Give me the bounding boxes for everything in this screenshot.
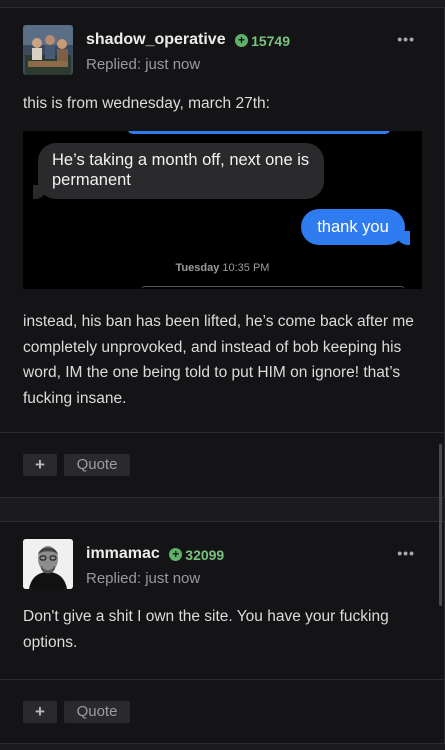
- cropped-bubble: [127, 131, 391, 134]
- post-body: Don't give a shit I own the site. You ha…: [23, 608, 389, 651]
- post-body: instead, his ban has been lifted, he’s c…: [23, 313, 414, 407]
- avatar[interactable]: [23, 25, 73, 75]
- avatar[interactable]: [23, 539, 73, 589]
- received-message-bubble: He’s taking a month off, next one is per…: [33, 143, 324, 199]
- plus-button[interactable]: +: [23, 701, 57, 723]
- username[interactable]: shadow_operative + 15749: [86, 31, 290, 49]
- post-shadow-operative: shadow_operative + 15749 Replied: just n…: [0, 7, 445, 498]
- reply-status: Replied: just now: [86, 570, 201, 587]
- quote-button[interactable]: Quote: [64, 454, 130, 476]
- post-intro: this is from wednesday, march 27th:: [23, 95, 270, 112]
- cropped-input-edge: [141, 286, 405, 289]
- post-footer: + Quote: [0, 679, 445, 744]
- post-header: shadow_operative + 15749 Replied: just n…: [23, 25, 423, 77]
- post-header: immamac + 32099 Replied: just now •••: [23, 539, 423, 591]
- avatar-image: [23, 25, 73, 75]
- timestamp-time: 10:35 PM: [222, 262, 270, 274]
- sent-message-bubble: thank you: [301, 209, 410, 245]
- embedded-message-screenshot: He’s taking a month off, next one is per…: [23, 131, 422, 289]
- username-text[interactable]: shadow_operative: [86, 31, 226, 48]
- plus-circle-icon: +: [235, 34, 249, 47]
- plus-button[interactable]: +: [23, 454, 57, 476]
- post-immamac: immamac + 32099 Replied: just now ••• Do…: [0, 521, 445, 744]
- reputation-badge: + 32099: [169, 547, 224, 563]
- quote-button[interactable]: Quote: [64, 701, 130, 723]
- username[interactable]: immamac + 32099: [86, 545, 224, 563]
- timestamp-day: Tuesday: [175, 262, 220, 274]
- ellipsis-icon[interactable]: •••: [397, 545, 415, 561]
- plus-circle-icon: +: [169, 548, 183, 561]
- reputation-count: 32099: [185, 546, 225, 563]
- ellipsis-icon[interactable]: •••: [397, 31, 415, 47]
- username-text[interactable]: immamac: [86, 545, 160, 562]
- reply-status: Replied: just now: [86, 56, 201, 73]
- reputation-count: 15749: [251, 32, 290, 49]
- post-footer: + Quote: [0, 432, 445, 498]
- message-timestamp: Tuesday 10:35 PM: [23, 262, 422, 274]
- avatar-image: [23, 539, 73, 589]
- scrollbar-thumb[interactable]: [439, 444, 442, 606]
- reputation-badge: + 15749: [235, 33, 290, 49]
- avatar-portrait: [23, 539, 73, 589]
